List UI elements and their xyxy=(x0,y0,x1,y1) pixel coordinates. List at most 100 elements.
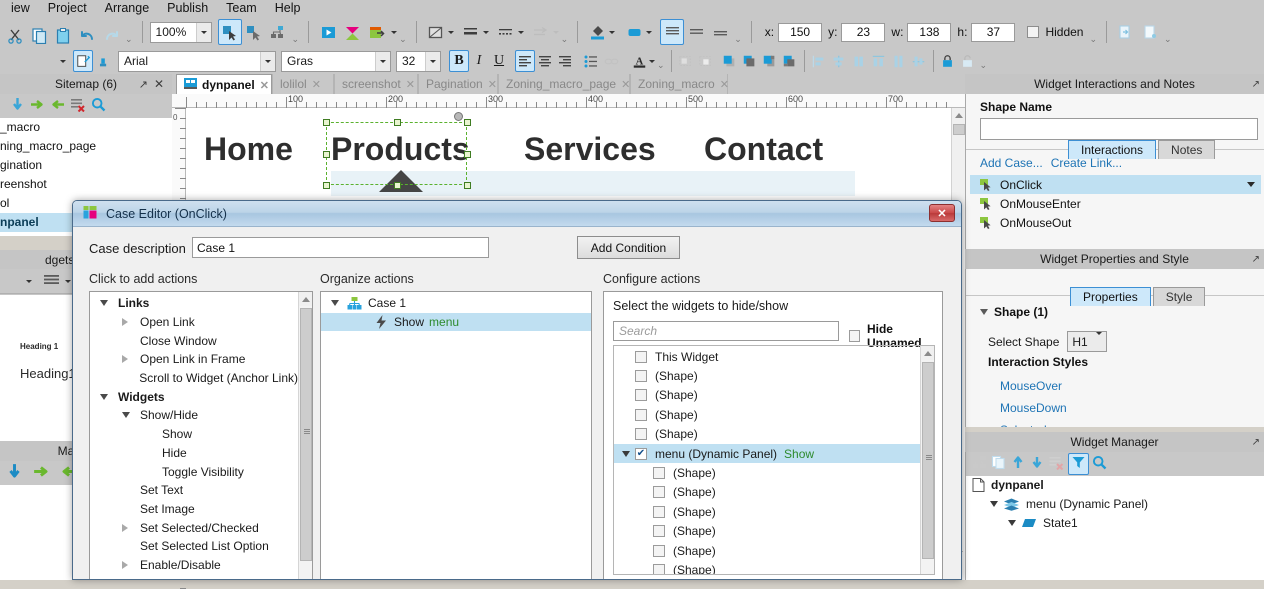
select-shape-combo[interactable]: H1 xyxy=(1067,331,1108,352)
create-link-link[interactable]: Create Link... xyxy=(1051,156,1122,170)
point-mode-icon[interactable] xyxy=(266,19,290,45)
sitemap-close-icon[interactable]: ✕ xyxy=(154,77,164,91)
publish-icon[interactable] xyxy=(364,19,388,45)
connector-mode-icon[interactable] xyxy=(242,19,266,45)
fill-color-icon[interactable] xyxy=(585,19,609,45)
menu-item-arrange[interactable]: Arrange xyxy=(96,0,158,16)
event-row-onmouseout[interactable]: OnMouseOut xyxy=(970,213,1261,232)
apply-format-icon[interactable] xyxy=(93,50,113,72)
properties-float-icon[interactable]: ↗ xyxy=(1252,254,1260,265)
toolbar-overflow-8[interactable]: ⌄ xyxy=(655,60,667,71)
close-icon[interactable]: ✕ xyxy=(929,204,955,222)
widget-option-row[interactable]: (Shape) xyxy=(614,366,920,385)
scroll-thumb[interactable] xyxy=(300,308,312,561)
chevron-down-icon[interactable] xyxy=(425,51,440,71)
twisty-open-icon[interactable] xyxy=(100,393,112,400)
action-item-open-link-in-frame[interactable]: Open Link in Frame xyxy=(90,350,298,369)
line-width-icon[interactable] xyxy=(459,19,483,45)
widget-option-checkbox[interactable] xyxy=(635,428,647,441)
shape-name-input[interactable] xyxy=(980,118,1258,140)
add-case-link[interactable]: Add Case... xyxy=(980,156,1043,170)
document-tab-lolilol[interactable]: lolilol ✕ xyxy=(272,74,334,94)
nav-item-contact[interactable]: Contact xyxy=(704,130,823,168)
action-item-toggle-visibility[interactable]: Toggle Visibility xyxy=(90,462,298,481)
twisty-closed-icon[interactable] xyxy=(122,355,134,364)
align-top-icon[interactable] xyxy=(660,19,685,45)
widget-option-row[interactable]: (Shape) xyxy=(614,483,920,502)
align-center-icon[interactable] xyxy=(535,50,555,72)
resize-handle[interactable] xyxy=(393,182,401,189)
event-row-onmouseenter[interactable]: OnMouseEnter xyxy=(970,194,1261,213)
font-style-combo[interactable]: Gras xyxy=(281,50,391,72)
tab-notes[interactable]: Notes xyxy=(1158,140,1216,159)
zoom-combo[interactable]: 100% xyxy=(149,21,212,43)
send-back-icon[interactable] xyxy=(740,50,760,72)
interactions-float-icon[interactable]: ↗ xyxy=(1252,79,1260,90)
action-item-show-hide[interactable]: Show/Hide xyxy=(90,406,298,425)
widget-option-checkbox[interactable] xyxy=(635,350,647,363)
lock-icon[interactable] xyxy=(938,50,958,72)
widget-option-checkbox[interactable] xyxy=(653,525,665,538)
chevron-down-icon[interactable] xyxy=(609,30,616,34)
sitemap-page-ning-macro-page[interactable]: ning_macro_page xyxy=(0,137,172,156)
widget-option-checkbox[interactable] xyxy=(635,389,647,402)
sitemap-float-icon[interactable]: ↗ xyxy=(139,78,148,91)
delete-page-icon[interactable] xyxy=(70,97,86,115)
widget-heading1-preview[interactable]: Heading 1 xyxy=(20,342,58,351)
interaction-styles-list[interactable]: MouseOverMouseDownSelected xyxy=(1000,375,1067,427)
document-tab-screenshot[interactable]: screenshot ✕ xyxy=(334,74,418,94)
scroll-up-icon[interactable] xyxy=(921,346,934,360)
toolbar-overflow-1[interactable]: ⌄ xyxy=(123,34,135,45)
resize-handle[interactable] xyxy=(323,150,330,158)
y-field[interactable]: 23 xyxy=(841,22,886,42)
underline-icon[interactable]: U xyxy=(489,50,509,72)
move-up-icon[interactable] xyxy=(1010,455,1026,473)
widget-manager-float-icon[interactable]: ↗ xyxy=(1252,437,1260,448)
filter-icon[interactable] xyxy=(1068,453,1089,475)
chevron-down-icon[interactable] xyxy=(1096,331,1103,349)
twisty-closed-icon[interactable] xyxy=(122,318,134,327)
dialog-title-bar[interactable]: Case Editor (OnClick) ✕ xyxy=(73,201,961,227)
close-icon[interactable]: ✕ xyxy=(312,78,321,91)
chevron-down-icon[interactable] xyxy=(517,30,524,34)
widget-select-listbox[interactable]: This Widget(Shape)(Shape)(Shape)(Shape)m… xyxy=(613,345,935,575)
menu-item-iew[interactable]: iew xyxy=(2,0,39,16)
menu-item-publish[interactable]: Publish xyxy=(158,0,217,16)
widget-manager-node[interactable]: State1 xyxy=(966,513,1264,532)
copy-icon[interactable] xyxy=(27,22,51,48)
bring-forward-icon[interactable] xyxy=(760,50,780,72)
case-description-input[interactable]: Case 1 xyxy=(192,237,489,258)
cut-icon[interactable] xyxy=(3,22,27,48)
font-color-icon[interactable]: A xyxy=(629,50,649,72)
w-field[interactable]: 138 xyxy=(907,22,952,42)
organize-actions-listbox[interactable]: Case 1 Show menu xyxy=(320,291,592,579)
chevron-down-icon[interactable] xyxy=(1247,182,1255,187)
send-backward-icon[interactable] xyxy=(780,50,800,72)
border-style-icon[interactable] xyxy=(424,19,448,45)
add-child-icon[interactable] xyxy=(10,97,25,115)
widget-option-row[interactable]: (Shape) xyxy=(614,502,920,521)
chevron-down-icon[interactable] xyxy=(195,22,211,42)
tab-properties[interactable]: Properties xyxy=(1070,287,1151,306)
add-condition-button[interactable]: Add Condition xyxy=(577,236,680,259)
interaction-style-selected[interactable]: Selected xyxy=(1000,419,1067,427)
move-right-icon[interactable] xyxy=(33,463,50,483)
widget-option-checkbox[interactable] xyxy=(653,544,665,557)
toolbar-overflow-2[interactable]: ⌄ xyxy=(290,34,302,45)
action-item-hide[interactable]: Hide xyxy=(90,444,298,463)
chevron-down-icon[interactable] xyxy=(26,279,32,283)
twisty-open-icon[interactable] xyxy=(1008,519,1016,526)
toolbar-overflow-7[interactable]: ⌄ xyxy=(1162,34,1174,45)
action-item-set-selected-list-option[interactable]: Set Selected List Option xyxy=(90,537,298,556)
scroll-thumb[interactable] xyxy=(953,124,965,135)
widget-list-scrollbar[interactable] xyxy=(920,346,934,574)
action-item-enable-disable[interactable]: Enable/Disable xyxy=(90,556,298,575)
widget-option-row[interactable]: This Widget xyxy=(614,347,920,366)
bullet-list-icon[interactable] xyxy=(581,50,601,72)
twisty-closed-icon[interactable] xyxy=(122,523,134,532)
widget-manager-node[interactable]: dynpanel xyxy=(966,476,1264,495)
interaction-style-mousedown[interactable]: MouseDown xyxy=(1000,397,1067,419)
move-down-icon[interactable] xyxy=(1029,455,1045,473)
undo-icon[interactable] xyxy=(75,22,99,48)
widget-manager-tree[interactable]: dynpanel menu (Dynamic Panel) State1 xyxy=(965,476,1264,580)
